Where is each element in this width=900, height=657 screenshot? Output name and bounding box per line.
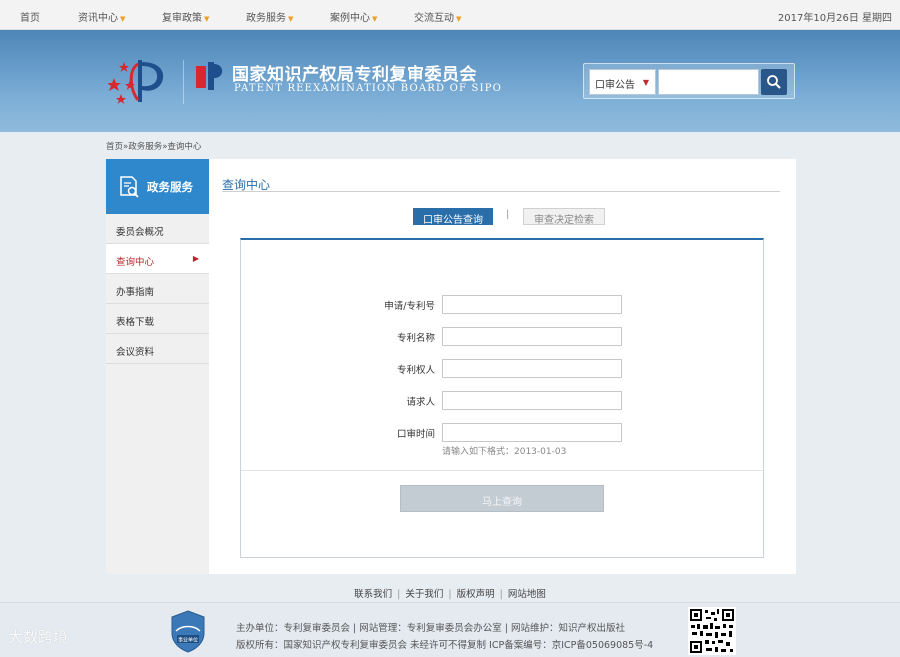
nav-news-center[interactable]: 资讯中心 ▼ <box>78 9 125 24</box>
sidebar-header: 政务服务 <box>106 159 209 214</box>
sipo-emblem-logo <box>108 60 164 104</box>
caret-down-icon: ▼ <box>120 15 126 23</box>
sidebar-title: 政务服务 <box>147 180 193 194</box>
tab-decision-search[interactable]: 审查决定检索 <box>523 208 605 226</box>
search-icon <box>767 75 781 89</box>
breadcrumb[interactable]: 首页»政务服务»查询中心 <box>106 140 201 152</box>
watermark-text: 大数跨境 <box>8 628 69 646</box>
tab-oral-hearing-query[interactable]: 口审公告查询 <box>413 208 493 226</box>
footer-links: 联系我们 | 关于我们 | 版权声明 | 网站地图 <box>354 589 546 600</box>
current-date: 2017年10月26日 星期四 <box>777 13 892 24</box>
label-requester: 请求人 <box>406 397 435 408</box>
document-search-icon <box>120 176 139 198</box>
nav-policy[interactable]: 复审政策 ▼ <box>162 9 209 24</box>
sidebar-item-forms-download[interactable]: 表格下载 <box>106 304 209 334</box>
label-patentee: 专利权人 <box>396 365 435 376</box>
nav-gov-services[interactable]: 政务服务 ▼ <box>246 9 293 24</box>
nav-interaction[interactable]: 交流互动 ▼ <box>414 9 461 24</box>
patent-name-input[interactable] <box>442 327 622 346</box>
label-application-number: 申请/专利号 <box>384 301 435 312</box>
site-footer: 事业单位 主办单位：专利复审委员会 | 网站管理：专利复审委员会办公室 | 网站… <box>0 602 900 657</box>
footer-copyright-info: 版权所有：国家知识产权专利复审委员会 未经许可不得复制 ICP备案编号：京ICP… <box>236 640 654 651</box>
requester-input[interactable] <box>442 391 622 410</box>
submit-query-button[interactable]: 马上查询 <box>400 485 604 512</box>
tab-separator: | <box>506 209 510 220</box>
footer-link-contact[interactable]: 联系我们 <box>354 589 392 600</box>
board-logo-mark <box>196 62 223 90</box>
logo-divider <box>183 60 184 104</box>
sidebar-item-query-center[interactable]: 查询中心 ▶ <box>106 244 209 274</box>
sidebar-item-overview[interactable]: 委员会概况 <box>106 214 209 244</box>
search-button[interactable] <box>761 69 787 95</box>
sidebar-menu: 委员会概况 查询中心 ▶ 办事指南 表格下载 会议资料 <box>106 214 209 574</box>
site-title-cn: 国家知识产权局专利复审委员会 <box>232 65 477 85</box>
nav-cases[interactable]: 案例中心 ▼ <box>330 9 377 24</box>
footer-link-about[interactable]: 关于我们 <box>405 589 443 600</box>
site-search: 口审公告 ▼ <box>583 63 795 99</box>
footer-link-sitemap[interactable]: 网站地图 <box>508 589 546 600</box>
form-divider <box>241 470 763 471</box>
hearing-date-input[interactable] <box>442 423 622 442</box>
search-type-select[interactable]: 口审公告 ▼ <box>589 69 656 95</box>
caret-down-icon: ▼ <box>372 15 378 23</box>
nav-home[interactable]: 首页 <box>20 9 40 24</box>
label-hearing-date: 口审时间 <box>396 429 435 440</box>
footer-host-info: 主办单位：专利复审委员会 | 网站管理：专利复审委员会办公室 | 网站维护：知识… <box>236 623 625 634</box>
title-divider <box>222 191 780 192</box>
caret-down-icon: ▼ <box>642 78 649 87</box>
qr-code <box>688 607 736 655</box>
sidebar-item-guide[interactable]: 办事指南 <box>106 274 209 304</box>
site-title-en: PATENT REEXAMINATION BOARD OF SIPO <box>234 83 503 94</box>
label-patent-name: 专利名称 <box>396 333 435 344</box>
caret-down-icon: ▼ <box>288 15 294 23</box>
public-institution-badge[interactable]: 事业单位 <box>170 609 206 653</box>
footer-link-copyright[interactable]: 版权声明 <box>457 589 495 600</box>
arrow-right-icon: ▶ <box>192 254 199 263</box>
site-header: 国家知识产权局专利复审委员会 PATENT REEXAMINATION BOAR… <box>0 30 900 132</box>
sidebar-item-meeting-materials[interactable]: 会议资料 <box>106 334 209 364</box>
patentee-input[interactable] <box>442 359 622 378</box>
search-input[interactable] <box>658 69 759 95</box>
caret-down-icon: ▼ <box>204 15 210 23</box>
caret-down-icon: ▼ <box>456 15 462 23</box>
top-nav-bar: 首页 资讯中心 ▼ 复审政策 ▼ 政务服务 ▼ 案例中心 ▼ 交流互动 ▼ 2017年10… <box>0 0 900 30</box>
application-number-input[interactable] <box>442 295 622 314</box>
date-format-hint: 请输入如下格式：2013-01-03 <box>442 447 567 457</box>
badge-label: 事业单位 <box>178 637 198 644</box>
